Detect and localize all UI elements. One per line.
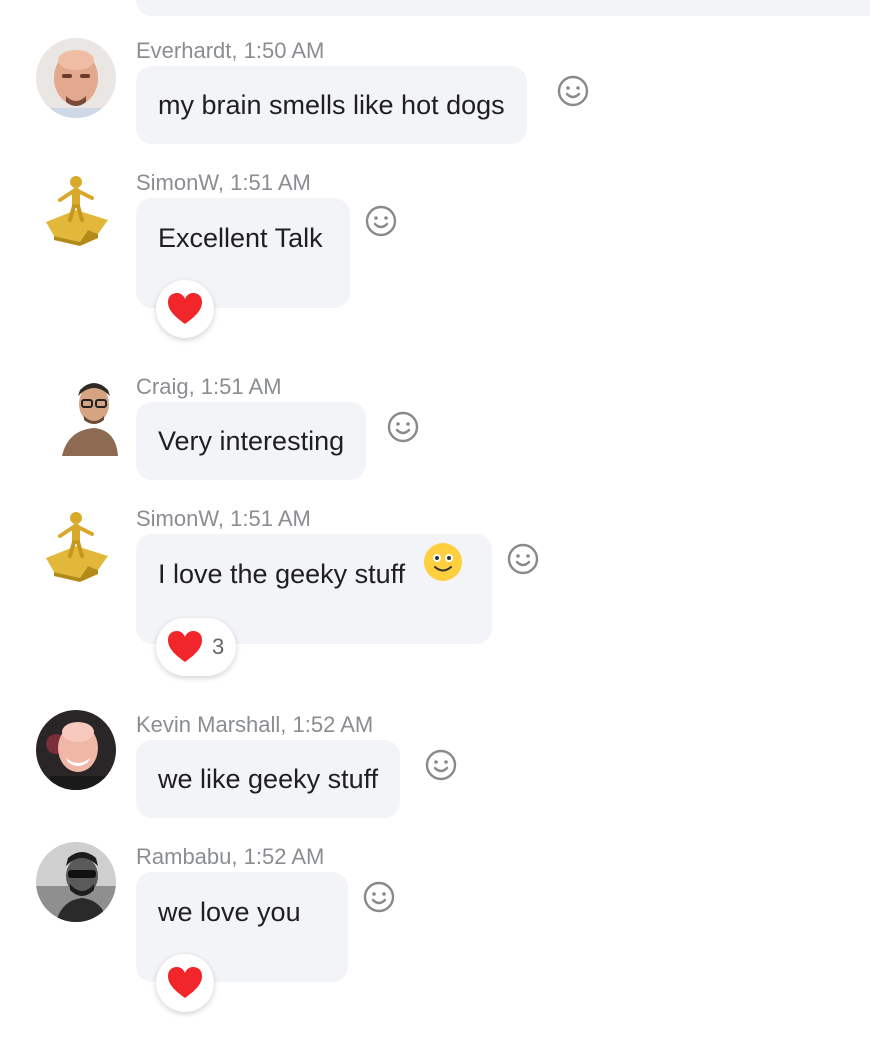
avatar[interactable] [36,842,116,922]
message-meta: Everhardt, 1:50 AM [136,38,325,63]
avatar[interactable] [36,710,116,790]
message-meta: Craig, 1:51 AM [136,374,282,399]
heart-reaction[interactable] [156,954,214,1012]
heart-reaction[interactable]: 3 [156,618,237,676]
heart-icon [168,967,202,998]
message-meta: SimonW, 1:51 AM [136,506,311,531]
avatar[interactable] [58,378,118,456]
message-meta: Rambabu, 1:52 AM [136,844,325,869]
message-text: we like geeky stuff [158,764,379,794]
message-meta: SimonW, 1:51 AM [136,170,311,195]
heart-icon [168,293,202,324]
heart-icon [168,631,202,662]
add-reaction-smiley-icon[interactable] [386,410,420,444]
message-bubble: Very interesting [136,402,367,480]
message-text: I love the geeky stuff [158,559,406,589]
message-bubble: we like geeky stuff [136,740,401,818]
message-text: Very interesting [158,426,345,456]
add-reaction-smiley-icon[interactable] [362,880,396,914]
message-meta: Kevin Marshall, 1:52 AM [136,712,374,737]
message-text: Excellent Talk [158,223,323,253]
add-reaction-smiley-icon[interactable] [424,748,458,782]
message-bubble: my brain smells like hot dogs [136,66,527,144]
add-reaction-smiley-icon[interactable] [556,74,590,108]
avatar[interactable] [36,38,116,118]
reaction-count: 3 [212,634,225,659]
add-reaction-smiley-icon[interactable] [506,542,540,576]
heart-reaction[interactable] [156,280,214,338]
previous-message-bubble [136,0,870,16]
avatar[interactable] [36,170,116,250]
message-text: we love you [158,897,301,927]
add-reaction-smiley-icon[interactable] [364,204,398,238]
message-text: my brain smells like hot dogs [158,90,505,120]
avatar[interactable] [36,506,116,586]
smiley-face-emoji [423,533,463,613]
